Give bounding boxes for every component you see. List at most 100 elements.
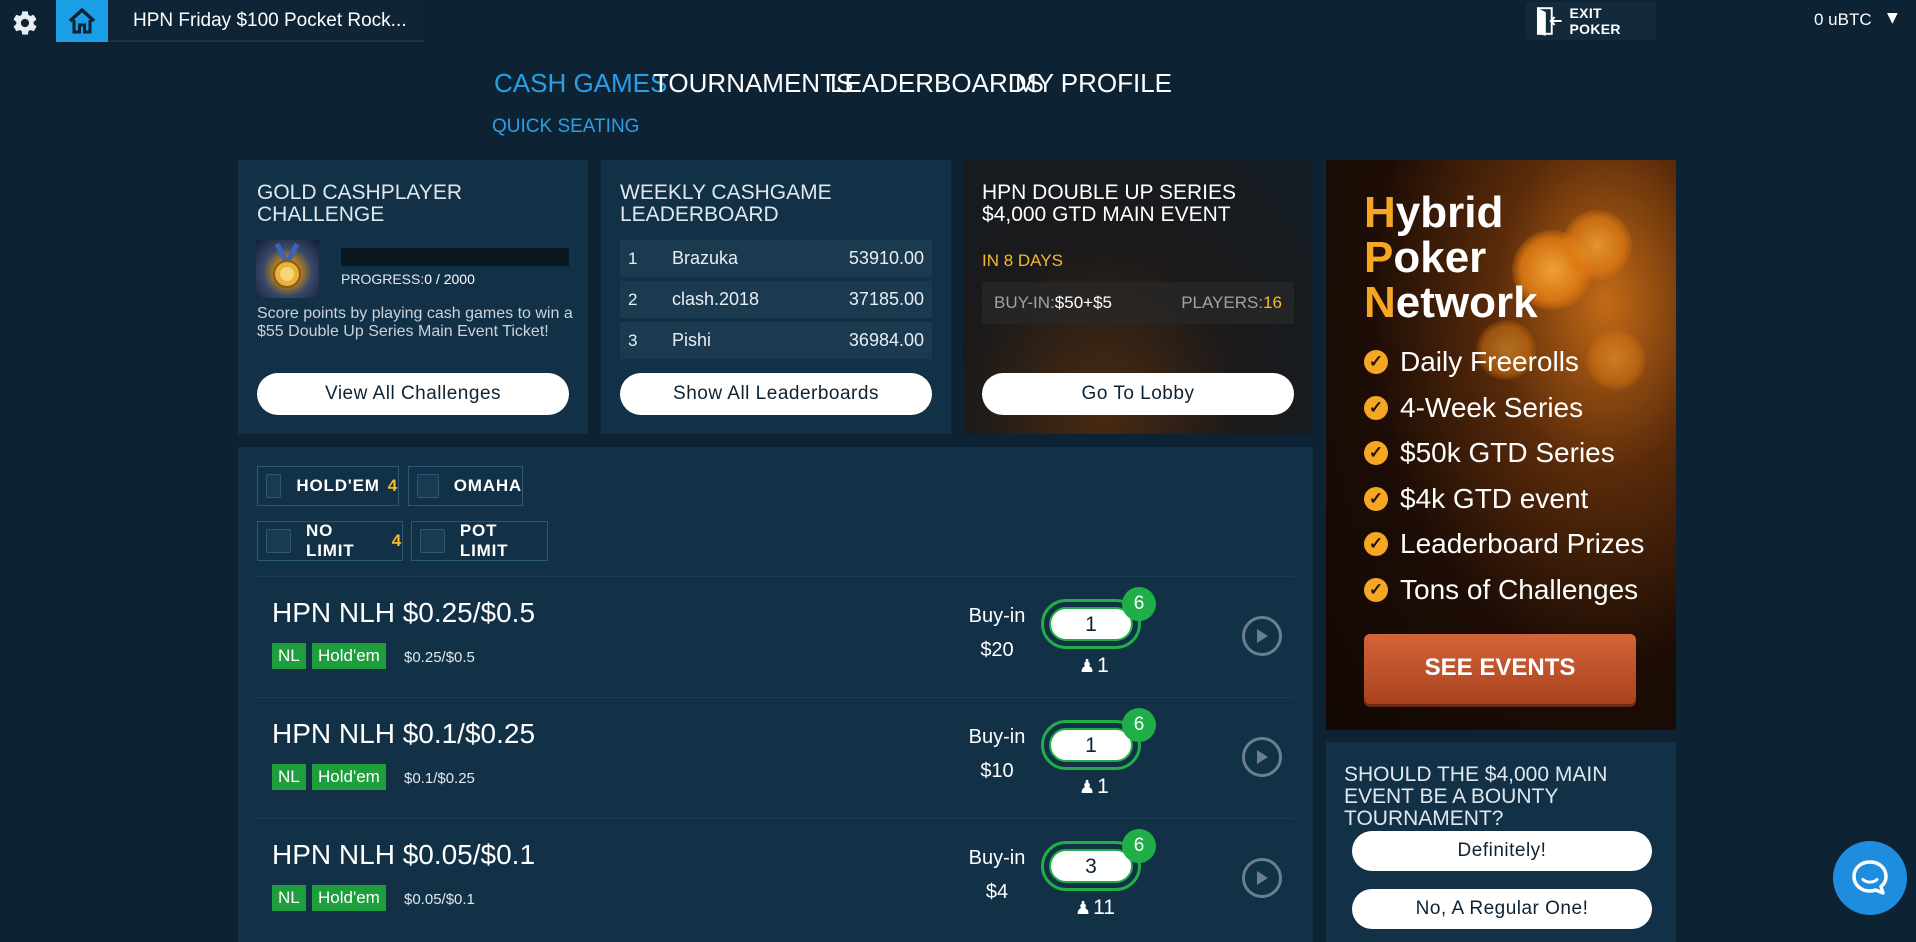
game-row[interactable]: HPN NLH $0.25/$0.5 NL Hold'em $0.25/$0.5… — [257, 576, 1294, 694]
score: 36984.00 — [848, 330, 924, 350]
players-value: 1 — [1097, 654, 1109, 677]
players-count: ♟ 11 — [1075, 896, 1115, 920]
ad-title-initial: P — [1364, 233, 1394, 282]
play-button[interactable] — [1242, 858, 1282, 898]
event-players: PLAYERS:16 — [1181, 293, 1282, 313]
ad-list-item: ✓ Tons of Challenges — [1364, 574, 1638, 606]
view-all-challenges-button[interactable]: View All Challenges — [257, 373, 569, 415]
ad-list-item: ✓ $4k GTD event — [1364, 483, 1588, 515]
checkbox[interactable] — [420, 529, 445, 553]
play-button[interactable] — [1242, 737, 1282, 777]
tag-holdem: Hold'em — [312, 643, 386, 669]
ad-item-text: 4-Week Series — [1400, 392, 1584, 423]
max-seats-badge: 6 — [1122, 708, 1156, 742]
home-icon — [68, 8, 96, 34]
max-seats-badge: 6 — [1122, 829, 1156, 863]
poll-option-regular[interactable]: No, A Regular One! — [1352, 889, 1652, 929]
tag-nl: NL — [272, 764, 306, 790]
players-value: 11 — [1093, 896, 1115, 919]
check-icon: ✓ — [1364, 532, 1388, 556]
tab-leaderboards[interactable]: LEADERBOARDS — [830, 68, 1044, 99]
ad-list-item: ✓ 4-Week Series — [1364, 392, 1583, 424]
balance-display[interactable]: 0 uBTC — [1814, 10, 1872, 30]
check-icon: ✓ — [1364, 441, 1388, 465]
current-tab-title[interactable]: HPN Friday $100 Pocket Rock... — [108, 0, 424, 42]
gear-icon[interactable] — [10, 9, 40, 35]
players-label: PLAYERS: — [1181, 293, 1264, 312]
home-button[interactable] — [56, 0, 108, 42]
buyin-value: $50+$5 — [1054, 293, 1112, 312]
game-name: HPN NLH $0.1/$0.25 — [272, 718, 536, 749]
bokeh-light — [1586, 330, 1646, 390]
players-value: 1 — [1097, 775, 1109, 798]
filter-omaha[interactable]: OMAHA — [408, 466, 523, 506]
filter-holdem[interactable]: HOLD'EM 4 — [257, 466, 399, 506]
seated-count: 3 — [1049, 849, 1133, 883]
leaderboard-row: 2 clash.2018 37185.00 — [620, 281, 932, 318]
check-icon: ✓ — [1364, 487, 1388, 511]
tab-tournaments[interactable]: TOURNAMENTS — [653, 68, 853, 99]
challenge-progress-text: PROGRESS:0 / 2000 — [341, 271, 475, 287]
filter-label: POT LIMIT — [459, 521, 509, 560]
ad-title-line: Hybrid — [1364, 190, 1503, 235]
event-info-bar: BUY-IN:$50+$5 PLAYERS:16 — [982, 282, 1294, 324]
chat-button[interactable] — [1833, 841, 1907, 915]
game-row[interactable]: HPN NLH $0.1/$0.25 NL Hold'em $0.1/$0.25… — [257, 697, 1294, 815]
hybrid-poker-network-ad[interactable]: Hybrid Poker Network ✓ Daily Freerolls ✓ 4… — [1326, 160, 1676, 730]
play-icon — [1257, 629, 1268, 643]
player-name: clash.2018 — [672, 289, 760, 309]
play-button[interactable] — [1242, 616, 1282, 656]
ad-title-initial: N — [1364, 278, 1396, 327]
tag-nl: NL — [272, 885, 306, 911]
tab-my-profile[interactable]: MY PROFILE — [1015, 68, 1172, 99]
challenge-description: Score points by playing cash games to wi… — [257, 305, 573, 340]
game-name: HPN NLH $0.25/$0.5 — [272, 597, 536, 628]
ad-title-initial: H — [1364, 188, 1396, 237]
chevron-down-icon[interactable]: ▼ — [1887, 10, 1898, 26]
filter-count: 4 — [387, 476, 398, 495]
rank: 3 — [628, 330, 638, 350]
see-events-button[interactable]: SEE EVENTS — [1364, 634, 1636, 704]
bokeh-light — [1562, 210, 1632, 280]
ad-list-item: ✓ Daily Freerolls — [1364, 346, 1579, 378]
game-buyin: Buy-in $10 — [947, 720, 1047, 788]
checkbox[interactable] — [266, 529, 292, 553]
ad-title-line: Poker — [1364, 235, 1486, 280]
challenge-progress-bar — [341, 248, 569, 266]
go-to-lobby-button[interactable]: Go To Lobby — [982, 373, 1294, 415]
ad-list-item: ✓ Leaderboard Prizes — [1364, 528, 1644, 560]
quick-seating-link[interactable]: QUICK SEATING — [492, 116, 639, 138]
filter-label: NO LIMIT — [306, 521, 355, 560]
player-icon: ♟ — [1075, 897, 1092, 918]
game-name: HPN NLH $0.05/$0.1 — [272, 839, 536, 870]
filter-no-limit[interactable]: NO LIMIT 4 — [257, 521, 403, 561]
filter-pot-limit[interactable]: POT LIMIT — [411, 521, 548, 561]
leaderboard-row: 3 Pishi 36984.00 — [620, 322, 932, 359]
challenge-card: GOLD CASHPLAYER CHALLENGE PROGRESS:0 / 2… — [238, 160, 588, 434]
check-icon: ✓ — [1364, 578, 1388, 602]
event-title: HPN DOUBLE UP SERIES $4,000 GTD MAIN EVE… — [982, 181, 1237, 226]
progress-label: PROGRESS: — [341, 271, 425, 287]
rank: 2 — [628, 289, 638, 309]
ad-title-rest: oker — [1393, 233, 1487, 282]
max-seats-badge: 6 — [1122, 587, 1156, 621]
check-icon: ✓ — [1364, 396, 1388, 420]
checkbox[interactable] — [266, 474, 282, 498]
ad-item-text: Leaderboard Prizes — [1400, 528, 1645, 559]
leaderboard-title: WEEKLY CASHGAME LEADERBOARD — [620, 181, 832, 226]
show-all-leaderboards-button[interactable]: Show All Leaderboards — [620, 373, 932, 415]
filter-label: HOLD'EM — [296, 476, 380, 495]
ad-item-text: Daily Freerolls — [1400, 346, 1579, 377]
checkbox[interactable] — [417, 474, 439, 498]
ad-title-rest: etwork — [1395, 278, 1538, 327]
game-stakes: $0.05/$0.1 — [404, 891, 475, 908]
tab-cash-games[interactable]: CASH GAMES — [494, 68, 667, 99]
rank: 1 — [628, 248, 638, 268]
score: 53910.00 — [848, 248, 924, 268]
poll-option-definitely[interactable]: Definitely! — [1352, 831, 1652, 871]
ad-title-line: Network — [1364, 280, 1538, 325]
game-row[interactable]: HPN NLH $0.05/$0.1 NL Hold'em $0.05/$0.1… — [257, 818, 1294, 936]
exit-poker-button[interactable]: EXIT POKER — [1526, 2, 1656, 40]
game-stakes: $0.25/$0.5 — [404, 649, 475, 666]
seated-count: 1 — [1049, 607, 1133, 641]
